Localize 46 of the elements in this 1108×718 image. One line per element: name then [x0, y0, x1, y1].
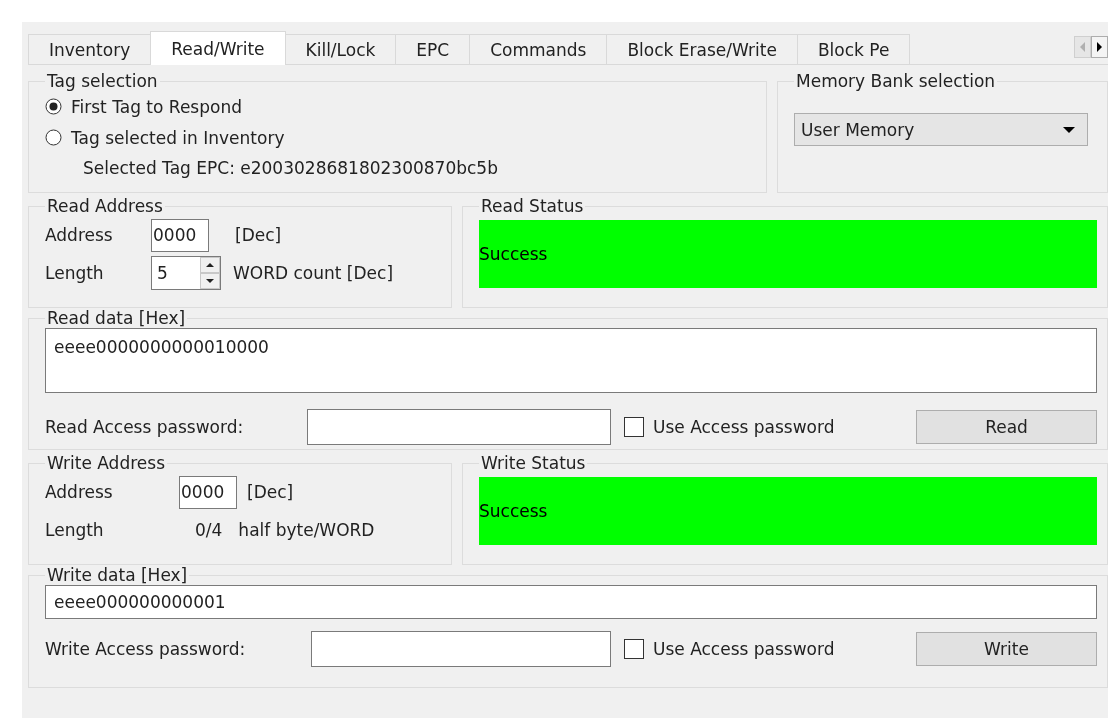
checkbox[interactable]	[624, 639, 644, 659]
unit-label: half byte/WORD	[238, 520, 375, 540]
scroll-right-icon[interactable]	[1091, 36, 1108, 58]
checkbox-label[interactable]: Use Access password	[653, 417, 835, 437]
checkbox-label[interactable]: Use Access password	[653, 639, 835, 659]
group-label: Memory Bank selection	[795, 71, 997, 91]
tab[interactable]: Inventory	[28, 34, 152, 64]
spin-arrows-icon[interactable]	[200, 257, 220, 289]
unit-label: [Dec]	[235, 225, 282, 245]
action-button[interactable]: Read	[916, 410, 1097, 444]
group-label: Read Address	[46, 196, 164, 216]
unit-label: [Dec]	[247, 482, 294, 502]
unit-label: WORD count [Dec]	[233, 263, 394, 283]
field-label: Read Access password:	[45, 417, 245, 437]
tab[interactable]: Read/Write	[150, 31, 286, 65]
group-label: Tag selection	[46, 71, 159, 91]
group-label: Write Address	[46, 453, 166, 473]
radio-button[interactable]	[45, 98, 62, 115]
radio-button[interactable]	[45, 129, 62, 146]
password-field[interactable]	[311, 631, 611, 667]
field-label: Address	[45, 225, 114, 245]
tab[interactable]: Block Pe	[796, 34, 911, 64]
radio-label[interactable]: Tag selected in Inventory	[71, 127, 285, 148]
group-label: Write data [Hex]	[46, 565, 189, 585]
selected-epc-text: Selected Tag EPC: e2003028681802300870bc5b	[82, 157, 499, 180]
field-label: Address	[45, 482, 114, 502]
length-value: 0/4	[195, 520, 223, 540]
caret-icon	[1063, 126, 1075, 133]
length-spinbox[interactable]: 5	[151, 256, 221, 290]
password-field[interactable]	[307, 409, 611, 445]
field-label: Length	[45, 263, 105, 283]
address-field[interactable]: 0000	[151, 218, 209, 252]
group-label: Write Status	[480, 453, 587, 473]
field-label: Length	[45, 520, 105, 540]
action-button[interactable]: Write	[916, 632, 1097, 666]
field-label: Write Access password:	[45, 639, 247, 659]
hex-data-field[interactable]: eeee000000000001	[45, 585, 1097, 619]
memory-bank-dropdown[interactable]: User Memory	[794, 113, 1088, 146]
radio-label[interactable]: First Tag to Respond	[71, 96, 242, 117]
address-field[interactable]: 0000	[179, 475, 237, 509]
checkbox[interactable]	[624, 417, 644, 437]
hex-data-field[interactable]: eeee0000000000010000	[45, 328, 1097, 393]
status-box: Success	[479, 220, 1097, 288]
group-label: Read data [Hex]	[46, 308, 187, 328]
status-box: Success	[479, 477, 1097, 545]
group-label: Read Status	[480, 196, 585, 216]
